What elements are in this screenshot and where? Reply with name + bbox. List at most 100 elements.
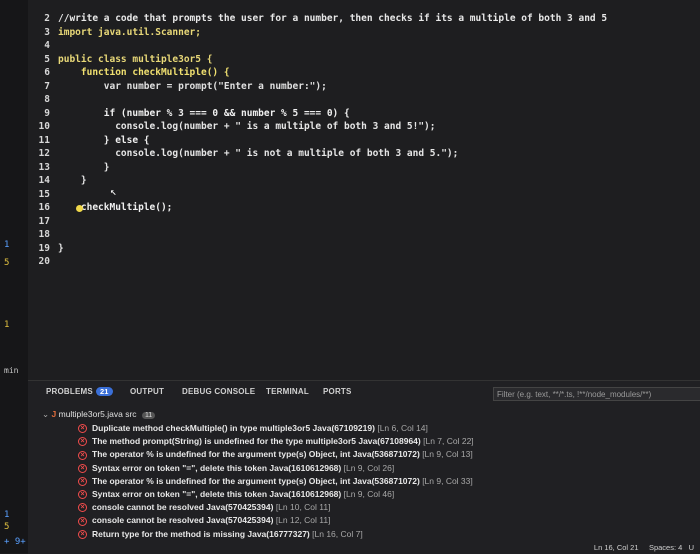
code-line[interactable]: 4: [28, 39, 688, 52]
line-number: 10: [38, 121, 50, 132]
problem-message: The operator % is undefined for the argu…: [92, 475, 420, 486]
line-number: 16: [38, 202, 50, 213]
cursor-position[interactable]: Ln 16, Col 21: [594, 543, 639, 552]
code-line[interactable]: 13 }: [28, 161, 688, 174]
error-icon: ×: [78, 463, 87, 473]
problem-location: [Ln 9, Col 13]: [422, 449, 473, 460]
code-text[interactable]: import java.util.Scanner;: [58, 26, 201, 39]
problem-message: console cannot be resolved Java(57042539…: [92, 502, 274, 513]
code-line[interactable]: 12 console.log(number + " is not a multi…: [28, 147, 688, 160]
problem-location: [Ln 12, Col 11]: [275, 515, 331, 526]
code-line[interactable]: 7 var number = prompt("Enter a number:")…: [28, 80, 688, 93]
problem-item[interactable]: × Syntax error on token "=", delete this …: [78, 463, 394, 473]
line-number: 6: [44, 67, 50, 78]
problem-item[interactable]: × The method prompt(String) is undefined …: [78, 436, 474, 447]
tab-problems[interactable]: PROBLEMS 21: [46, 387, 113, 396]
problem-message: Syntax error on token "=", delete this t…: [92, 462, 342, 473]
gutter-mark: 1: [4, 510, 10, 520]
gutter-mark: + 9+: [4, 537, 26, 547]
code-line[interactable]: 3 import java.util.Scanner;: [28, 26, 688, 39]
file-problem-count: 11: [141, 412, 156, 419]
error-icon: ×: [78, 490, 87, 500]
code-line[interactable]: 9 if (number % 3 === 0 && number % 5 ===…: [28, 107, 688, 120]
error-icon: ×: [78, 437, 87, 447]
line-number: 20: [38, 256, 50, 267]
line-number: 18: [38, 229, 50, 240]
code-line[interactable]: 16 checkMultiple();: [28, 201, 688, 214]
code-text[interactable]: }: [58, 161, 110, 174]
problem-item[interactable]: × Syntax error on token "=", delete this …: [78, 489, 395, 500]
problem-location: [Ln 9, Col 26]: [343, 462, 395, 473]
code-text[interactable]: console.log(number + " is not a multiple…: [58, 147, 458, 160]
error-icon: ×: [78, 529, 87, 539]
code-line[interactable]: 10 console.log(number + " is a multiple …: [28, 120, 688, 133]
problem-location: [Ln 10, Col 11]: [275, 502, 331, 513]
tab-terminal[interactable]: TERMINAL: [266, 387, 309, 396]
encoding-indicator[interactable]: U: [689, 543, 694, 552]
chevron-down-icon[interactable]: ⌄: [42, 409, 49, 419]
problem-item[interactable]: × The operator % is undefined for the arg…: [78, 449, 473, 460]
problem-item[interactable]: × console cannot be resolved Java(5704253…: [78, 502, 331, 513]
code-line[interactable]: 2 //write a code that prompts the user fo…: [28, 12, 688, 25]
line-number: 13: [38, 161, 50, 173]
mouse-pointer-icon: ↖: [110, 185, 117, 198]
error-icon: ×: [78, 450, 87, 460]
gutter-mark: 5: [4, 522, 10, 532]
code-text[interactable]: }: [58, 174, 87, 187]
line-number: 14: [38, 175, 50, 186]
code-text[interactable]: if (number % 3 === 0 && number % 5 === 0…: [58, 107, 350, 120]
problem-message: The method prompt(String) is undefined f…: [92, 436, 421, 447]
code-text[interactable]: function checkMultiple() {: [58, 66, 230, 79]
problem-location: [Ln 16, Col 7]: [312, 528, 363, 539]
code-line[interactable]: 20: [28, 255, 688, 268]
problem-location: [Ln 7, Col 22]: [423, 436, 474, 447]
java-file-icon: J: [51, 409, 57, 419]
problem-location: [Ln 6, Col 14]: [377, 423, 428, 433]
line-number: 4: [44, 40, 50, 51]
problem-file-group[interactable]: ⌄ J multiple3or5.java src 11: [42, 409, 156, 420]
problem-message: console cannot be resolved Java(57042539…: [92, 515, 274, 526]
code-text[interactable]: var number = prompt("Enter a number:");: [58, 80, 327, 93]
code-editor[interactable]: 2 //write a code that prompts the user fo…: [28, 0, 700, 380]
code-line[interactable]: 6 function checkMultiple() {: [28, 66, 688, 79]
lightbulb-icon[interactable]: [76, 205, 83, 212]
problems-panel: PROBLEMS 21 OUTPUT DEBUG CONSOLE TERMINAL…: [28, 380, 700, 554]
code-line[interactable]: 15: [28, 188, 688, 201]
code-line[interactable]: 19}: [28, 242, 688, 255]
error-icon: ×: [78, 424, 87, 434]
code-text[interactable]: public class multiple3or5 {: [58, 53, 212, 66]
gutter-mark: 1: [4, 320, 10, 330]
problem-location: [Ln 9, Col 33]: [422, 475, 473, 486]
problem-message: The operator % is undefined for the argu…: [92, 449, 420, 460]
code-text[interactable]: //write a code that prompts the user for…: [58, 12, 607, 25]
problems-filter-input[interactable]: Filter (e.g. text, **/*.ts, !**/node_mod…: [493, 387, 700, 401]
line-number: 15: [38, 188, 50, 200]
status-bar: Ln 16, Col 21 Spaces: 4 U: [594, 543, 694, 552]
tab-output[interactable]: OUTPUT: [130, 387, 164, 396]
code-line[interactable]: 11 } else {: [28, 134, 688, 147]
tab-debug-console[interactable]: DEBUG CONSOLE: [182, 387, 255, 396]
line-number: 7: [44, 80, 50, 92]
indent-spaces[interactable]: Spaces: 4: [649, 543, 682, 552]
problem-message: Syntax error on token "=", delete this t…: [92, 489, 342, 499]
tab-ports[interactable]: PORTS: [323, 387, 352, 396]
code-line[interactable]: 8: [28, 93, 688, 106]
line-number: 2: [44, 13, 50, 24]
error-icon: ×: [78, 516, 87, 526]
code-text[interactable]: } else {: [58, 134, 150, 147]
code-line[interactable]: 17: [28, 215, 688, 228]
gutter-mark: 1: [4, 240, 10, 250]
code-text[interactable]: }: [58, 242, 64, 255]
problem-item[interactable]: × The operator % is undefined for the arg…: [78, 475, 473, 487]
problem-item[interactable]: × Duplicate method checkMultiple() in typ…: [78, 423, 428, 434]
problem-item[interactable]: × Return type for the method is missing J…: [78, 529, 363, 539]
code-line[interactable]: 14 }: [28, 174, 688, 187]
code-line[interactable]: 5 public class multiple3or5 {: [28, 53, 688, 66]
line-number: 5: [44, 53, 50, 65]
code-text[interactable]: console.log(number + " is a multiple of …: [58, 120, 435, 133]
problem-item[interactable]: × console cannot be resolved Java(5704253…: [78, 515, 331, 526]
problems-count-badge: 21: [95, 387, 113, 396]
problem-location: [Ln 9, Col 46]: [343, 489, 395, 499]
error-icon: ×: [78, 503, 87, 513]
code-line[interactable]: 18: [28, 228, 688, 241]
